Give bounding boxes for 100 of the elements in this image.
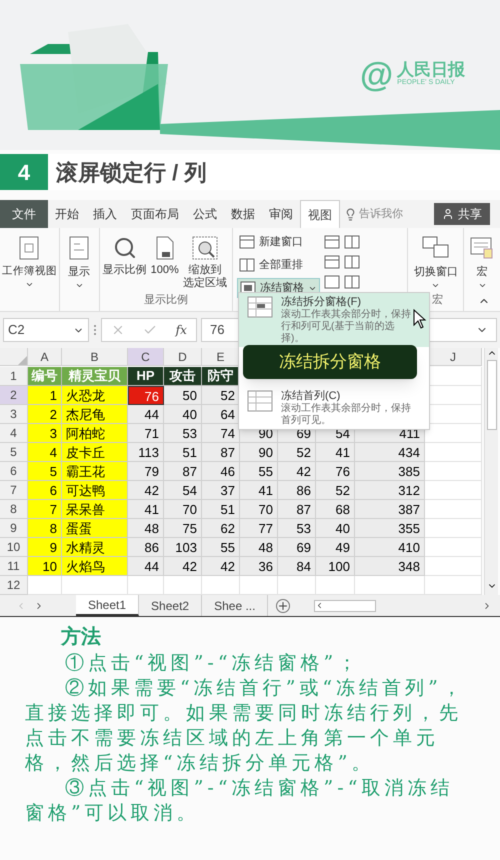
workbook-views-button[interactable]: 工作簿视图 bbox=[2, 264, 57, 280]
table-cell: 385 bbox=[355, 462, 425, 481]
table-cell: 10 bbox=[28, 557, 62, 576]
menu-item[interactable]: 冻结首列(C) 滚动工作表其余部分时，保持首列可见。 bbox=[239, 387, 429, 429]
table-cell: 70 bbox=[164, 500, 202, 519]
add-sheet-icon[interactable] bbox=[276, 598, 290, 612]
row-header: 11 bbox=[0, 557, 28, 576]
table-cell: 55 bbox=[240, 462, 278, 481]
table-cell: 44 bbox=[128, 557, 164, 576]
zoom-selection-icon bbox=[192, 236, 218, 260]
file-tab[interactable]: 文件 bbox=[0, 200, 48, 228]
table-cell: 41 bbox=[128, 500, 164, 519]
table-cell: 40 bbox=[164, 405, 202, 424]
switch-window-button[interactable]: 切换窗口 bbox=[414, 264, 458, 280]
grid-icon bbox=[247, 389, 273, 413]
ribbon-tab[interactable]: 页面布局 bbox=[124, 200, 186, 228]
table-cell: 100 bbox=[316, 557, 355, 576]
row-header: 4 bbox=[0, 424, 28, 443]
split-icon bbox=[344, 255, 360, 269]
table-cell: 51 bbox=[202, 500, 240, 519]
table-cell: 355 bbox=[355, 519, 425, 538]
insert-function-button[interactable]: fx bbox=[176, 321, 187, 339]
zoom-button[interactable]: 显示比例 bbox=[102, 264, 147, 277]
table-cell: 69 bbox=[278, 538, 316, 557]
grid-icon bbox=[247, 295, 273, 319]
column-header: E bbox=[202, 348, 240, 366]
table-cell: 64 bbox=[202, 405, 240, 424]
ribbon-tab[interactable]: 开始 bbox=[48, 200, 86, 228]
table-cell: 52 bbox=[316, 481, 355, 500]
table-cell: 76 bbox=[128, 386, 164, 405]
row-header: 7 bbox=[0, 481, 28, 500]
column-header: D bbox=[164, 348, 202, 366]
name-box[interactable]: C2 bbox=[3, 318, 89, 342]
table-cell: 41 bbox=[240, 481, 278, 500]
table-cell: 52 bbox=[278, 443, 316, 462]
table-cell: 44 bbox=[128, 405, 164, 424]
table-cell: 4 bbox=[28, 443, 62, 462]
table-cell: 79 bbox=[128, 462, 164, 481]
menu-item[interactable]: 冻结拆分窗格(F) 滚动工作表其余部分时，保持行和列可见(基于当前的选择)。 bbox=[239, 293, 429, 347]
table-cell: 387 bbox=[355, 500, 425, 519]
row-header: 12 bbox=[0, 576, 28, 595]
table-cell: 84 bbox=[278, 557, 316, 576]
share-button[interactable]: 共享 bbox=[434, 203, 490, 225]
split-icon bbox=[344, 235, 360, 249]
zoom-button[interactable]: 100% bbox=[150, 264, 179, 277]
table-cell: 1 bbox=[28, 386, 62, 405]
menu-item-title: 冻结拆分窗格(F) bbox=[281, 295, 362, 308]
ribbon-tab[interactable]: 视图 bbox=[300, 200, 340, 228]
section-title: 滚屏锁定行 / 列 bbox=[56, 158, 206, 186]
sheet-tab[interactable]: Shee ... bbox=[202, 595, 268, 616]
ribbon-tab[interactable]: 插入 bbox=[86, 200, 124, 228]
method-paragraph: ①点击“视图”-“冻结窗格”； bbox=[64, 651, 362, 676]
person-icon bbox=[442, 208, 454, 220]
grip-icon bbox=[93, 324, 97, 336]
table-cell: 434 bbox=[355, 443, 425, 462]
logo-mark: @ bbox=[360, 58, 394, 92]
window-icon bbox=[239, 235, 256, 249]
table-cell: 113 bbox=[128, 443, 164, 462]
table-cell: 55 bbox=[202, 538, 240, 557]
window-button[interactable]: 新建窗口 bbox=[237, 232, 320, 252]
table-cell: 火焰鸟 bbox=[62, 557, 128, 576]
table-cell: 50 bbox=[164, 386, 202, 405]
switch-window-icon bbox=[422, 236, 450, 260]
lightbulb-icon bbox=[344, 208, 357, 220]
ribbon-tab[interactable]: 公式 bbox=[186, 200, 224, 228]
table-cell: 348 bbox=[355, 557, 425, 576]
table-cell: 74 bbox=[202, 424, 240, 443]
table-cell: 呆呆兽 bbox=[62, 500, 128, 519]
table-cell: 42 bbox=[128, 481, 164, 500]
table-cell: 103 bbox=[164, 538, 202, 557]
method-paragraph: ②如果需要“冻结首行”或“冻结首列”，直接选择即可。如果需要同时冻结行列，先点击不需要冻结区域的左上角第一个单元格，然后选择“冻结拆分单元格”。 bbox=[25, 676, 466, 776]
split-icon bbox=[344, 275, 360, 289]
table-cell: 杰尼龟 bbox=[62, 405, 128, 424]
table-cell: 46 bbox=[202, 462, 240, 481]
workbook-views-icon bbox=[18, 236, 40, 260]
sheet-tab[interactable]: Sheet2 bbox=[139, 595, 202, 616]
table-cell: 9 bbox=[28, 538, 62, 557]
sheet-tab[interactable]: Sheet1 bbox=[76, 595, 140, 616]
window-icon bbox=[324, 235, 340, 249]
table-cell: 87 bbox=[164, 462, 202, 481]
page-zoom-icon bbox=[154, 236, 176, 260]
menu-item-description: 滚动工作表其余部分时，保持首列可见。 bbox=[281, 403, 411, 427]
show-button[interactable]: 显示 bbox=[68, 264, 90, 280]
macro-icon bbox=[470, 236, 494, 260]
logo-text: 人民日报 bbox=[397, 61, 466, 78]
row-header: 9 bbox=[0, 519, 28, 538]
table-cell: 48 bbox=[128, 519, 164, 538]
table-cell: 48 bbox=[240, 538, 278, 557]
window-button[interactable]: 全部重排 bbox=[237, 255, 320, 275]
scrollbar-thumb[interactable] bbox=[486, 360, 496, 430]
table-cell: 51 bbox=[164, 443, 202, 462]
zoom-button[interactable]: 缩放到 选定区域 bbox=[182, 264, 227, 290]
table-cell: 可达鸭 bbox=[62, 481, 128, 500]
row-header: 6 bbox=[0, 462, 28, 481]
table-cell: 54 bbox=[164, 481, 202, 500]
row-header: 8 bbox=[0, 500, 28, 519]
macro-button[interactable]: 宏 bbox=[476, 264, 488, 280]
ribbon-tab[interactable]: 数据 bbox=[224, 200, 262, 228]
ribbon-tab[interactable]: 审阅 bbox=[262, 200, 300, 228]
window-icon bbox=[324, 275, 340, 289]
